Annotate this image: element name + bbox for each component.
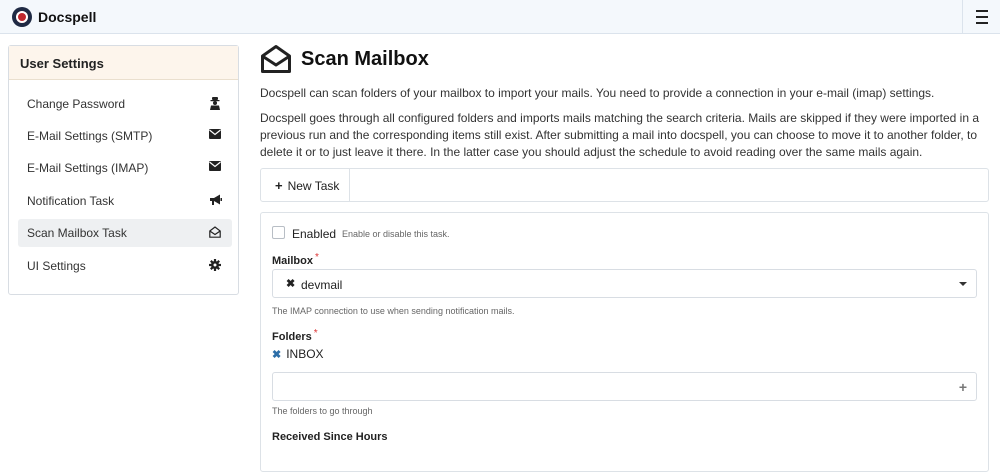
sidebar-item-label: Change Password [27,97,126,111]
sidebar-item-notification-task[interactable]: Notification Task [18,187,232,215]
docspell-logo[interactable] [12,7,32,27]
menu-toggle-button[interactable] [962,0,1000,34]
sidebar-item-label: UI Settings [27,259,86,273]
plus-icon: + [275,178,283,193]
page-title: Scan Mailbox [301,48,429,70]
sidebar-item-label: Notification Task [27,194,115,208]
mailbox-help: The IMAP connection to use when sending … [272,306,515,316]
folders-help: The folders to go through [272,406,373,416]
mailbox-label: Mailbox * [272,252,319,267]
dropdown-caret-icon[interactable] [959,282,967,286]
folder-input[interactable]: + [272,372,977,401]
description-text: Docspell goes through all configured fol… [260,111,980,159]
envelope-icon [208,161,222,175]
top-navbar: Docspell [0,0,1000,34]
sidebar-item-email-imap[interactable]: E-Mail Settings (IMAP) [18,154,232,182]
bullhorn-icon [208,194,222,208]
received-since-label: Received Since Hours [272,431,388,443]
required-marker: * [314,252,319,263]
scan-mailbox-form: Enabled Enable or disable this task. Mai… [260,212,989,472]
envelope-open-icon [208,226,222,240]
sidebar-item-scan-mailbox-task[interactable]: Scan Mailbox Task [18,219,232,247]
add-folder-icon[interactable]: + [959,379,967,395]
remove-folder-icon[interactable]: ✖ [272,349,281,361]
new-task-label: New Task [287,179,340,193]
envelope-open-icon [261,45,291,73]
task-toolbar: + New Task [260,168,989,202]
folder-name: INBOX [286,347,324,361]
enabled-checkbox[interactable] [272,226,285,239]
enabled-help: Enable or disable this task. [342,229,450,239]
sidebar-title: User Settings [9,46,238,80]
required-marker: * [313,328,318,339]
mailbox-select[interactable]: ✖ devmail [272,269,977,298]
hamburger-icon [975,8,988,26]
intro-text: Docspell can scan folders of your mailbo… [260,86,935,100]
brand-name[interactable]: Docspell [38,9,96,25]
envelope-icon [208,129,222,143]
new-task-button[interactable]: + New Task [261,169,350,201]
sidebar-item-label: E-Mail Settings (IMAP) [27,161,149,175]
enabled-label[interactable]: Enabled [292,227,336,241]
user-settings-sidebar: User Settings Change Password E-Mail Set… [8,45,239,295]
cog-icon [208,259,222,273]
user-secret-icon [208,97,222,111]
mailbox-selected-value: devmail [301,278,343,292]
folders-label: Folders * [272,328,318,343]
sidebar-item-label: Scan Mailbox Task [27,226,127,240]
clear-selection-icon[interactable]: ✖ [286,277,295,290]
sidebar-item-email-smtp[interactable]: E-Mail Settings (SMTP) [18,122,232,150]
sidebar-item-change-password[interactable]: Change Password [18,90,232,118]
sidebar-item-ui-settings[interactable]: UI Settings [18,252,232,280]
folder-item: ✖ INBOX [272,347,324,361]
sidebar-item-label: E-Mail Settings (SMTP) [27,129,153,143]
